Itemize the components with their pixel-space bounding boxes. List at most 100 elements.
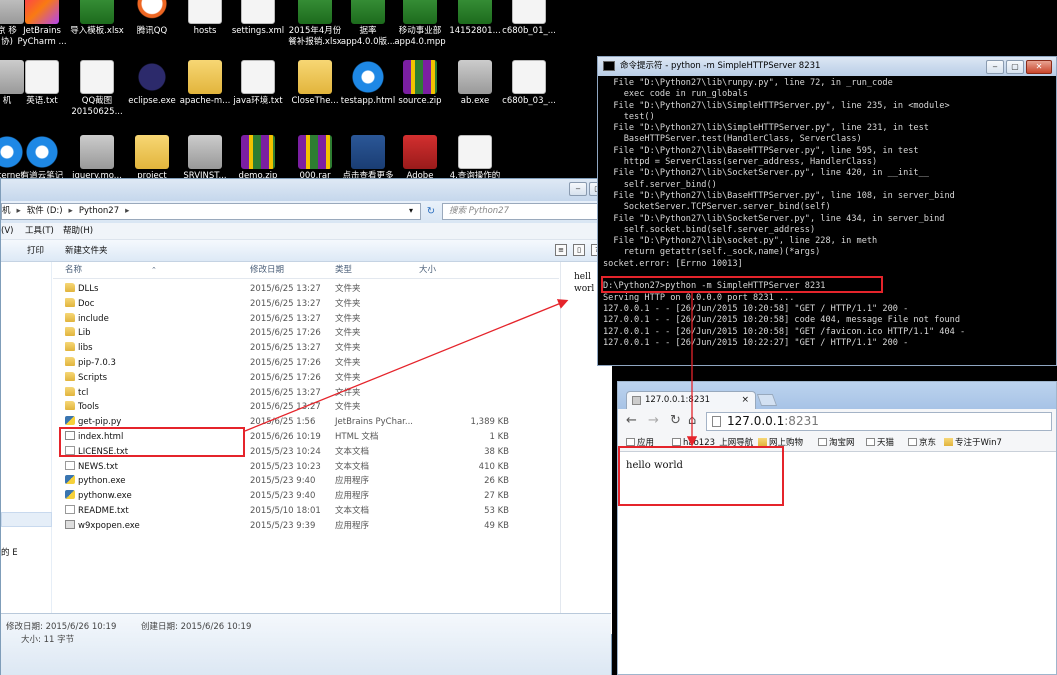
file-row[interactable]: pythonw.exe 2015/5/23 9:40 应用程序 27 KB bbox=[53, 489, 559, 504]
refresh-icon[interactable]: ↻ bbox=[424, 204, 438, 219]
file-type: 应用程序 bbox=[335, 520, 370, 531]
file-row[interactable]: pip-7.0.3 2015/6/25 17:26 文件夹 bbox=[53, 356, 559, 371]
highlight-command bbox=[601, 276, 883, 293]
file-type: 文件夹 bbox=[335, 402, 361, 413]
file-date: 2015/6/26 10:19 bbox=[250, 432, 321, 442]
column-date[interactable]: 修改日期 bbox=[250, 262, 284, 279]
bookmark-item[interactable]: 京东 bbox=[908, 434, 936, 452]
cmd-titlebar[interactable]: 命令提示符 - python -m SimpleHTTPServer 8231 … bbox=[598, 57, 1056, 76]
column-header: 名称 ⌃ 修改日期 类型 大小 bbox=[53, 262, 559, 279]
cmd-line: httpd = ServerClass(server_address, Hand… bbox=[603, 157, 878, 168]
view-options-icon[interactable]: ≡ bbox=[555, 244, 567, 256]
breadcrumb-item[interactable]: 软件 (D:) bbox=[27, 206, 63, 216]
cmd-line: 127.0.0.1 - - [26/Jun/2015 10:20:58] cod… bbox=[603, 315, 960, 326]
column-size[interactable]: 大小 bbox=[419, 262, 436, 279]
file-size: 410 KB bbox=[478, 461, 509, 472]
home-icon[interactable]: ⌂ bbox=[688, 413, 696, 429]
desktop-icon[interactable]: c680b_01_... bbox=[494, 0, 564, 37]
file-row[interactable]: tcl 2015/6/25 13:27 文件夹 bbox=[53, 386, 559, 401]
file-date: 2015/5/23 9:40 bbox=[250, 491, 316, 502]
close-button[interactable]: ✕ bbox=[1026, 60, 1052, 74]
file-type: JetBrains PyChar... bbox=[335, 417, 413, 428]
minimize-button[interactable]: ‒ bbox=[986, 60, 1004, 74]
cmd-line: self.socket.bind(self.server_address) bbox=[603, 224, 816, 235]
preview-pane-icon[interactable]: ▯ bbox=[573, 244, 585, 256]
desktop-icon-glyph-icon bbox=[135, 135, 169, 169]
breadcrumb-separator-icon[interactable]: ▸ bbox=[17, 206, 21, 216]
new-tab-button[interactable] bbox=[756, 394, 778, 406]
folder-file-icon bbox=[65, 327, 75, 337]
minimize-button[interactable]: ‒ bbox=[569, 182, 587, 196]
menu-view[interactable]: (V) bbox=[1, 223, 13, 240]
desktop-icon[interactable]: 4.查询操作的 bbox=[440, 135, 510, 182]
nav-item-label[interactable]: 的 E bbox=[1, 546, 18, 558]
column-name[interactable]: 名称 bbox=[65, 262, 82, 279]
file-type: 文件夹 bbox=[335, 343, 361, 354]
file-row[interactable]: README.txt 2015/5/10 18:01 文本文档 53 KB bbox=[53, 504, 559, 519]
file-row[interactable]: libs 2015/6/25 13:27 文件夹 bbox=[53, 341, 559, 356]
maximize-button[interactable]: ▢ bbox=[1006, 60, 1024, 74]
cmd-output[interactable]: File "D:\Python27\lib\runpy.py", line 72… bbox=[603, 78, 1056, 365]
file-row[interactable]: w9xpopen.exe 2015/5/23 9:39 应用程序 49 KB bbox=[53, 519, 559, 534]
bookmark-item[interactable]: 天猫 bbox=[866, 434, 894, 452]
bookmark-item[interactable]: 专注于Win7 bbox=[944, 434, 1002, 452]
bookmark-page-icon bbox=[866, 438, 875, 446]
breadcrumb-item[interactable]: 机 bbox=[2, 206, 11, 216]
txt-file-icon bbox=[65, 460, 75, 470]
column-type[interactable]: 类型 bbox=[335, 262, 352, 279]
cmd-line: File "D:\Python27\lib\SocketServer.py", … bbox=[603, 168, 929, 179]
desktop-icon-glyph-icon bbox=[403, 135, 437, 169]
cmd-line: self.server_bind() bbox=[603, 179, 717, 190]
preview-text-line: worl bbox=[574, 284, 595, 294]
desktop-icon-glyph-icon bbox=[403, 0, 437, 24]
file-size: 26 KB bbox=[484, 476, 509, 487]
bookmark-page-icon bbox=[908, 438, 917, 446]
file-date: 2015/6/25 17:26 bbox=[250, 328, 321, 339]
file-type: 文本文档 bbox=[335, 506, 370, 516]
file-row[interactable]: Scripts 2015/6/25 17:26 文件夹 bbox=[53, 371, 559, 386]
cmd-line: File "D:\Python27\lib\SocketServer.py", … bbox=[603, 213, 945, 224]
url-bar[interactable]: 127.0.0.1:8231 bbox=[706, 412, 1052, 431]
bookmark-item[interactable]: 淘宝网 bbox=[818, 434, 855, 452]
forward-arrow-icon[interactable]: → bbox=[648, 413, 659, 429]
chrome-tab[interactable]: 127.0.0.1:8231 × bbox=[626, 391, 756, 409]
file-row[interactable]: Tools 2015/6/25 13:27 文件夹 bbox=[53, 400, 559, 415]
breadcrumb-item[interactable]: Python27 bbox=[79, 206, 119, 216]
print-button[interactable]: 打印 bbox=[27, 240, 44, 262]
cmd-line: File "D:\Python27\lib\BaseHTTPServer.py"… bbox=[603, 145, 919, 156]
breadcrumb-separator-icon[interactable]: ▸ bbox=[69, 206, 73, 216]
file-row[interactable]: include 2015/6/25 13:27 文件夹 bbox=[53, 312, 559, 327]
desktop-icon-glyph-icon bbox=[458, 135, 492, 169]
file-row[interactable]: DLLs 2015/6/25 13:27 文件夹 bbox=[53, 282, 559, 297]
desktop-icon[interactable]: c680b_03_... bbox=[494, 60, 564, 107]
explorer-addressbar: 机 ▸ 软件 (D:) ▸ Python27 ▸ ▾ ↻ 搜索 Python27 bbox=[1, 201, 611, 223]
file-size: 1,389 KB bbox=[470, 417, 509, 428]
menu-help[interactable]: 帮助(H) bbox=[63, 223, 93, 240]
file-date: 2015/5/23 9:39 bbox=[250, 520, 316, 531]
file-type: HTML 文档 bbox=[335, 432, 379, 442]
file-name: Doc bbox=[65, 297, 94, 312]
desktop-icon-glyph-icon bbox=[512, 0, 546, 24]
breadcrumb-separator-icon[interactable]: ▸ bbox=[125, 206, 129, 216]
file-row[interactable]: python.exe 2015/5/23 9:40 应用程序 26 KB bbox=[53, 474, 559, 489]
file-date: 2015/5/23 10:24 bbox=[250, 446, 321, 457]
file-date: 2015/6/25 13:27 bbox=[250, 298, 321, 309]
folder-file-icon bbox=[65, 283, 75, 292]
explorer-toolbar: 打印 新建文件夹 ≡ ▯ ? bbox=[1, 240, 611, 262]
folder-file-icon bbox=[65, 357, 75, 366]
reload-icon[interactable]: ↻ bbox=[670, 413, 681, 429]
file-row[interactable]: Doc 2015/6/25 13:27 文件夹 bbox=[53, 297, 559, 312]
file-date: 2015/6/25 13:27 bbox=[250, 402, 321, 413]
explorer-titlebar[interactable]: ‒ ▢ bbox=[1, 179, 611, 201]
close-tab-icon[interactable]: × bbox=[741, 392, 749, 409]
back-arrow-icon[interactable]: ← bbox=[626, 413, 637, 429]
address-breadcrumb[interactable]: 机 ▸ 软件 (D:) ▸ Python27 ▸ bbox=[1, 203, 421, 220]
file-row[interactable]: Lib 2015/6/25 17:26 文件夹 bbox=[53, 326, 559, 341]
new-folder-button[interactable]: 新建文件夹 bbox=[65, 240, 108, 262]
file-size: 49 KB bbox=[484, 520, 509, 531]
nav-selected-item[interactable] bbox=[1, 512, 52, 527]
search-input[interactable]: 搜索 Python27 bbox=[442, 203, 609, 220]
menu-tools[interactable]: 工具(T) bbox=[25, 223, 54, 240]
file-row[interactable]: NEWS.txt 2015/5/23 10:23 文本文档 410 KB bbox=[53, 460, 559, 475]
address-dropdown-icon[interactable]: ▾ bbox=[404, 203, 418, 218]
